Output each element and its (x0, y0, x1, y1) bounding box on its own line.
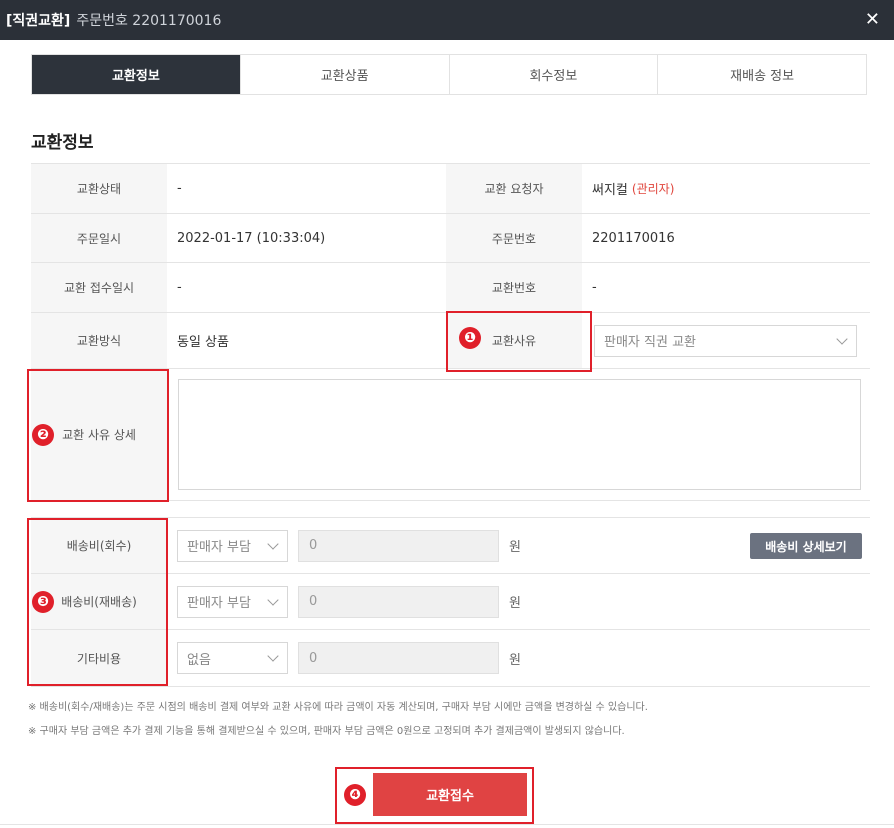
section-title: 교환정보 (31, 133, 94, 153)
currency-unit: 원 (509, 540, 521, 555)
bottom-divider (0, 824, 894, 825)
other-fee-cell: 없음 0 원 (167, 630, 521, 686)
requester-role: (관리자) (631, 182, 675, 196)
method-label: 교환방식 (31, 313, 167, 368)
chevron-down-icon (267, 650, 279, 662)
reship-fee-amount-input[interactable]: 0 (298, 585, 499, 618)
reship-fee-cell: 판매자 부담 0 원 (167, 574, 521, 629)
annotation-badge-1: ❶ (459, 327, 481, 349)
tab-exchange-products[interactable]: 교환상품 (239, 55, 449, 94)
reason-select-value: 판매자 직권 교환 (604, 335, 696, 350)
chevron-down-icon (836, 332, 848, 345)
requester-label: 교환 요청자 (446, 164, 582, 213)
receipt-date-value: - (177, 280, 182, 295)
requester-value: 써지컬 (관리자) (582, 164, 674, 213)
status-label: 교환상태 (31, 164, 167, 213)
tab-bar: 교환정보 교환상품 회수정보 재배송 정보 (31, 54, 867, 95)
receipt-date-label: 교환 접수일시 (31, 263, 167, 312)
table-row: 주문일시 2022-01-17 (10:33:04) 주문번호 22011700… (31, 214, 870, 263)
reason-select[interactable]: 판매자 직권 교환 (594, 324, 857, 357)
order-date-label: 주문일시 (31, 214, 167, 262)
return-fee-amount-input[interactable]: 0 (298, 529, 499, 562)
requester-name: 써지컬 (592, 183, 628, 198)
method-value: 동일 상품 (177, 335, 229, 350)
exchange-no-label: 교환번호 (446, 263, 582, 312)
order-date-value: 2022-01-17 (10:33:04) (177, 230, 326, 246)
return-fee-payer-select[interactable]: 판매자 부담 (177, 529, 288, 562)
other-fee-payer-value: 없음 (187, 652, 211, 668)
currency-unit: 원 (509, 596, 521, 611)
chevron-down-icon (267, 537, 279, 550)
fee-note-1: ※ 배송비(회수/재배송)는 주문 시점의 배송비 결제 여부와 교환 사유에 … (28, 702, 648, 713)
return-fee-cell: 판매자 부담 0 원 (167, 518, 521, 573)
modal-title-type: [직권교환] (6, 13, 71, 29)
annotation-badge-3: ❸ (32, 591, 54, 613)
order-no-label: 주문번호 (446, 214, 582, 262)
reason-detail-textarea[interactable] (178, 379, 861, 490)
other-fee-payer-select[interactable]: 없음 (177, 642, 288, 674)
shipping-fee-detail-button[interactable]: 배송비 상세보기 (750, 533, 862, 559)
reason-cell: 판매자 직권 교환 (582, 313, 857, 368)
chevron-down-icon (267, 593, 279, 606)
other-fee-amount-input[interactable]: 0 (298, 642, 499, 674)
modal-titlebar: [직권교환] 주문번호 2201170016 ✕ (0, 0, 894, 40)
table-row: 교환상태 - 교환 요청자 써지컬 (관리자) (31, 164, 870, 214)
reship-fee-payer-value: 판매자 부담 (187, 596, 251, 611)
annotation-badge-4: ❹ (344, 784, 366, 806)
return-fee-payer-value: 판매자 부담 (187, 540, 251, 555)
tab-reship-info[interactable]: 재배송 정보 (657, 55, 866, 94)
tab-exchange-info[interactable]: 교환정보 (32, 55, 240, 94)
table-row: 교환 접수일시 - 교환번호 - (31, 263, 870, 313)
order-no-value: 2201170016 (592, 230, 675, 246)
close-icon[interactable]: ✕ (865, 9, 880, 30)
currency-unit: 원 (509, 652, 521, 668)
annotation-badge-2: ❷ (32, 424, 54, 446)
reship-fee-payer-select[interactable]: 판매자 부담 (177, 585, 288, 618)
exchange-no-value: - (592, 280, 597, 295)
tab-return-info[interactable]: 회수정보 (448, 55, 658, 94)
status-value: - (177, 181, 182, 196)
modal-title-order: 주문번호 2201170016 (76, 13, 222, 29)
fee-note-2: ※ 구매자 부담 금액은 추가 결제 기능을 통해 결제받으실 수 있으며, 판… (28, 726, 625, 737)
